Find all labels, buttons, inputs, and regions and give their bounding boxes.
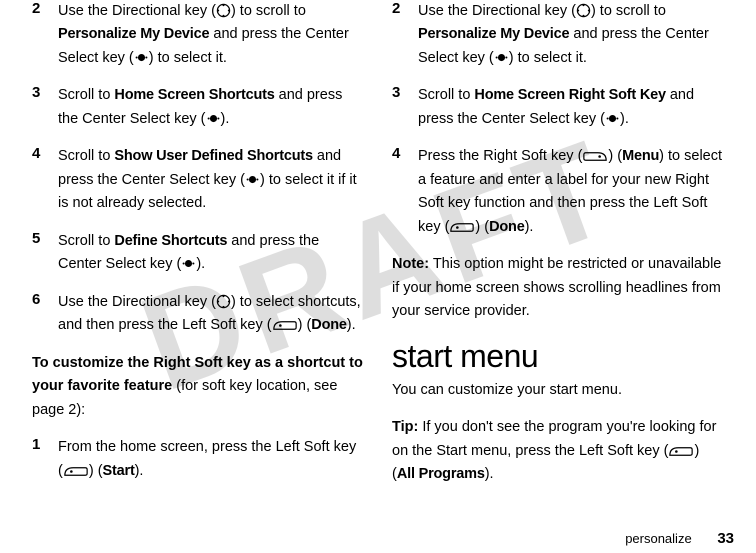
- body-text: ).: [485, 466, 494, 482]
- body-text: Scroll to: [58, 233, 114, 249]
- body-text: ) (: [298, 317, 312, 333]
- step-text: Scroll to Show User Defined Shortcuts an…: [58, 145, 364, 215]
- body-text: Scroll to: [418, 87, 474, 103]
- ui-label: Home Screen Shortcuts: [114, 87, 274, 103]
- body-text: ) to select it.: [509, 50, 587, 66]
- left-column: 2 Use the Directional key ( ) to scroll t…: [18, 0, 378, 553]
- ui-label: Menu: [622, 148, 659, 164]
- step-text: Scroll to Home Screen Shortcuts and pres…: [58, 84, 364, 131]
- step-number: 4: [392, 145, 418, 239]
- step-text: Scroll to Home Screen Right Soft Key and…: [418, 84, 724, 131]
- center-select-icon: [181, 256, 196, 271]
- instruction-step: 6 Use the Directional key () to select s…: [32, 291, 364, 338]
- left-soft-key-icon: [272, 319, 298, 332]
- body-text: Use the Directional key (: [58, 294, 216, 310]
- ui-label: Show User Defined Shortcuts: [114, 148, 312, 164]
- center-select-icon: [245, 172, 260, 187]
- directional-key-icon: [576, 3, 591, 18]
- body-text: ) (: [475, 219, 489, 235]
- step-number: 5: [32, 230, 58, 277]
- center-select-icon: [605, 111, 620, 126]
- ui-label: Personalize My Device: [58, 26, 209, 42]
- step-number: 4: [32, 145, 58, 215]
- step-text: Scroll to Define Shortcuts and press the…: [58, 230, 364, 277]
- step-text: Use the Directional key () to scroll to …: [58, 0, 364, 70]
- step-text: Use the Directional key () to select sho…: [58, 291, 364, 338]
- ui-label: Start: [103, 463, 135, 479]
- directional-key-icon: [216, 3, 231, 18]
- body-text: ) (: [608, 148, 622, 164]
- ui-label: Home Screen Right Soft Key: [474, 87, 665, 103]
- instruction-step: 4 Scroll to Show User Defined Shortcuts …: [32, 145, 364, 215]
- center-select-icon: [494, 50, 509, 65]
- right-soft-key-icon: [582, 150, 608, 163]
- left-soft-key-icon: [449, 221, 475, 234]
- body-text: ).: [525, 219, 534, 235]
- center-select-icon: [134, 50, 149, 65]
- step-number: 2: [392, 0, 418, 70]
- instruction-step: 1 From the home screen, press the Left S…: [32, 436, 364, 483]
- ui-label: Personalize My Device: [418, 26, 569, 42]
- note-paragraph: Note: This option might be restricted or…: [392, 253, 724, 323]
- body-text: Scroll to: [58, 148, 114, 164]
- note-label: Note:: [392, 256, 429, 272]
- body-text: Use the Directional key (: [418, 3, 576, 19]
- tip-label: Tip:: [392, 419, 418, 435]
- instruction-step: 4 Press the Right Soft key () (Menu) to …: [392, 145, 724, 239]
- body-text: ).: [135, 463, 144, 479]
- body-text: ).: [347, 317, 356, 333]
- ui-label: Done: [489, 219, 524, 235]
- body-text: ) (: [89, 463, 103, 479]
- right-column: 2 Use the Directional key ( ) to scroll t…: [378, 0, 738, 553]
- directional-key-icon: [216, 294, 231, 309]
- body-text: Scroll to: [58, 87, 114, 103]
- instruction-step: 2 Use the Directional key ( ) to scroll t…: [392, 0, 724, 70]
- step-text: From the home screen, press the Left Sof…: [58, 436, 364, 483]
- step-text: Use the Directional key () to scroll to …: [418, 0, 724, 70]
- body-text: ).: [620, 111, 629, 127]
- body-text: Press the Right Soft key (: [418, 148, 582, 164]
- paragraph: To customize the Right Soft key as a sho…: [32, 352, 364, 422]
- section-heading: start menu: [392, 338, 724, 375]
- step-number: 3: [392, 84, 418, 131]
- page-content: 2 Use the Directional key ( ) to scroll t…: [0, 0, 756, 553]
- body-text: ) to scroll to: [591, 3, 666, 19]
- step-number: 6: [32, 291, 58, 338]
- body-text: ).: [221, 111, 230, 127]
- note-text: This option might be restricted or unava…: [392, 256, 721, 319]
- step-number: 2: [32, 0, 58, 70]
- step-text: Press the Right Soft key () (Menu) to se…: [418, 145, 724, 239]
- step-number: 1: [32, 436, 58, 483]
- left-soft-key-icon: [63, 465, 89, 478]
- left-soft-key-icon: [668, 445, 694, 458]
- instruction-step: 2 Use the Directional key ( ) to scroll t…: [32, 0, 364, 70]
- body-text: ) to select it.: [149, 50, 227, 66]
- ui-label: Define Shortcuts: [114, 233, 227, 249]
- ui-label: Done: [311, 317, 346, 333]
- ui-label: All Programs: [397, 466, 485, 482]
- tip-paragraph: Tip: If you don't see the program you're…: [392, 416, 724, 486]
- center-select-icon: [206, 111, 221, 126]
- body-text: ).: [196, 256, 205, 272]
- body-text: Use the Directional key (: [58, 3, 216, 19]
- instruction-step: 3 Scroll to Home Screen Right Soft Key a…: [392, 84, 724, 131]
- body-text: ) to scroll to: [231, 3, 306, 19]
- instruction-step: 3 Scroll to Home Screen Shortcuts and pr…: [32, 84, 364, 131]
- step-number: 3: [32, 84, 58, 131]
- intro-paragraph: You can customize your start menu.: [392, 379, 724, 402]
- instruction-step: 5 Scroll to Define Shortcuts and press t…: [32, 230, 364, 277]
